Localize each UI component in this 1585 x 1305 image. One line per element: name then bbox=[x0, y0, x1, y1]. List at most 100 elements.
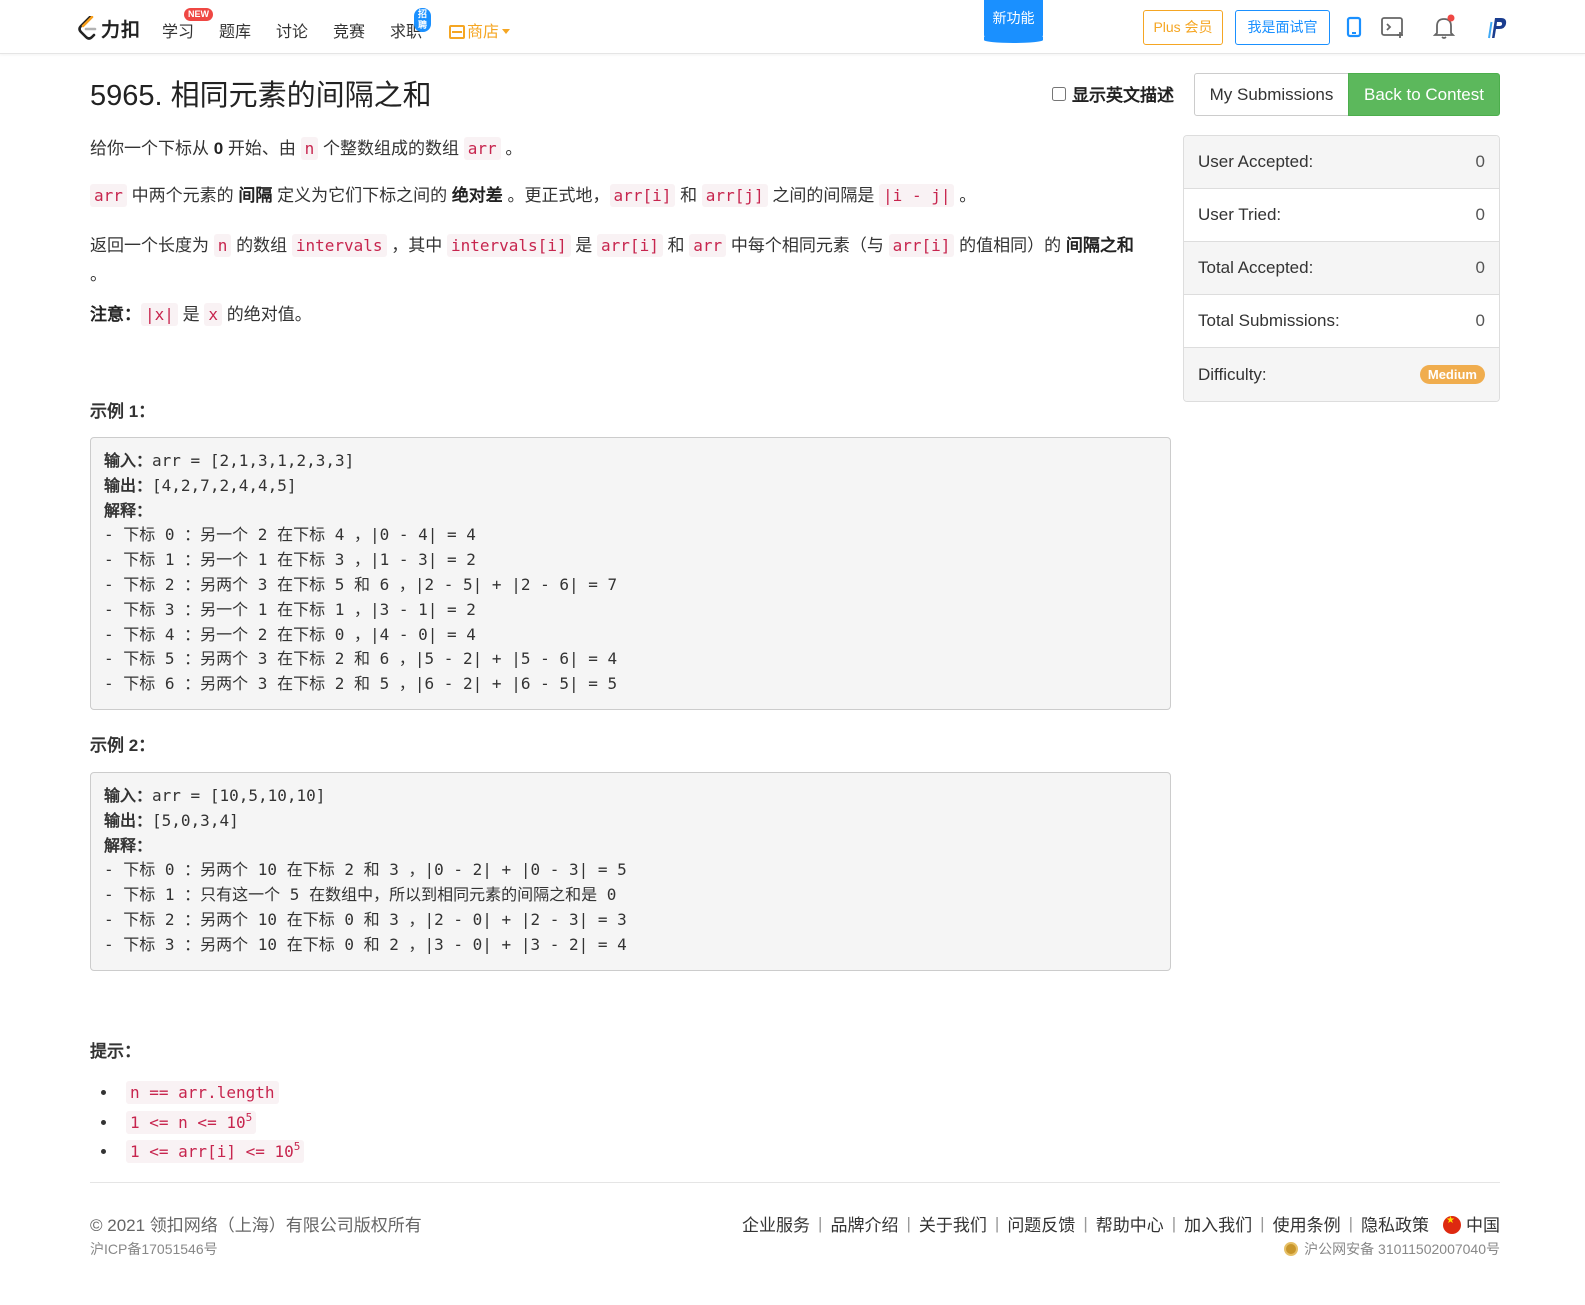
explain-line: - 下标 1 ：只有这一个 5 在数组中，所以到相同元素的间隔之和是 0 bbox=[104, 885, 617, 905]
back-to-contest-button[interactable]: Back to Contest bbox=[1348, 73, 1500, 116]
hint-item: 1 <= arr[i] <= 105 bbox=[118, 1137, 305, 1167]
hints-title: 提示： bbox=[90, 1042, 141, 1061]
nav-problemset[interactable]: 题库 bbox=[219, 18, 251, 42]
footer-link-join[interactable]: 加入我们 bbox=[1184, 1211, 1252, 1236]
difficulty-badge: Medium bbox=[1419, 365, 1485, 384]
desc-bold: 绝对差 bbox=[451, 186, 503, 205]
explain-line: - 下标 2 ：另两个 3 在下标 5 和 6 ，|2 - 5| + |2 - … bbox=[104, 574, 618, 594]
my-submissions-button[interactable]: My Submissions bbox=[1194, 73, 1349, 116]
desc-text: 是 bbox=[177, 305, 205, 324]
inline-code: arr bbox=[463, 137, 501, 160]
hiring-badge: 招聘 bbox=[414, 8, 432, 32]
interviewer-button[interactable]: 我是面试官 bbox=[1235, 10, 1330, 45]
police-badge-icon bbox=[1284, 1242, 1299, 1256]
footer-link-about[interactable]: 关于我们 bbox=[919, 1211, 987, 1236]
stat-user-accepted: User Accepted: 0 bbox=[1184, 136, 1499, 189]
plus-member-button[interactable]: Plus 会员 bbox=[1143, 10, 1223, 45]
hint-code: 1 <= n <= 105 bbox=[126, 1110, 257, 1134]
logo-text: 力扣 bbox=[101, 19, 142, 41]
stat-label: Difficulty: bbox=[1198, 364, 1267, 384]
show-english-checkbox[interactable] bbox=[1052, 86, 1066, 101]
icp-link[interactable]: 沪ICP备17051546号 bbox=[90, 1239, 218, 1259]
explain-line: - 下标 4 ：另一个 2 在下标 0 ，|4 - 0| = 4 bbox=[104, 624, 476, 644]
leetcode-logo[interactable]: 力扣 bbox=[78, 14, 141, 42]
stat-label: Total Accepted: bbox=[1198, 258, 1314, 277]
desc-text: 中每个相同元素（与 bbox=[726, 236, 889, 255]
nav-discuss[interactable]: 讨论 bbox=[276, 18, 308, 42]
hint-code: 1 <= arr[i] <= 105 bbox=[126, 1140, 305, 1163]
desc-text: 和 bbox=[662, 236, 690, 255]
inline-code: intervals bbox=[291, 234, 387, 257]
region-selector[interactable]: 中国 bbox=[1443, 1211, 1500, 1236]
stat-value: 0 bbox=[1475, 205, 1485, 224]
footer-link-enterprise[interactable]: 企业服务 bbox=[742, 1211, 810, 1236]
inline-code: arr bbox=[90, 184, 127, 207]
stat-value: 0 bbox=[1475, 152, 1485, 171]
example-explain-line: 解释： bbox=[104, 499, 1157, 524]
input-value: arr = [2,1,3,1,2,3,3] bbox=[152, 451, 355, 470]
nav-store-label: 商店 bbox=[467, 24, 500, 41]
nav-jobs[interactable]: 求职 招聘 bbox=[390, 8, 432, 42]
explain-line: - 下标 6 ：另两个 3 在下标 2 和 5 ，|6 - 2| + |6 - … bbox=[104, 674, 618, 694]
desc-bold: 间隔 bbox=[238, 186, 273, 205]
footer-link-privacy[interactable]: 隐私政策 bbox=[1361, 1211, 1429, 1236]
store-icon bbox=[449, 25, 465, 39]
desc-text: 给你一个下标从 bbox=[90, 139, 214, 158]
explain-line: - 下标 3 ：另一个 1 在下标 1 ，|3 - 1| = 2 bbox=[104, 599, 476, 619]
example-1-block: 输入：arr = [2,1,3,1,2,3,3] 输出：[4,2,7,2,4,4… bbox=[90, 437, 1171, 710]
inline-code: x bbox=[204, 303, 222, 326]
footer-separator: | bbox=[1083, 1213, 1088, 1233]
stat-difficulty: Difficulty: Medium bbox=[1184, 348, 1499, 401]
stat-total-submissions: Total Submissions: 0 bbox=[1184, 295, 1499, 348]
desc-text: 。更正式地， bbox=[502, 186, 610, 205]
example-input-line: 输入：arr = [2,1,3,1,2,3,3] bbox=[104, 449, 1157, 474]
explain-line: - 下标 3 ：另两个 10 在下标 0 和 2 ，|3 - 0| + |3 -… bbox=[104, 934, 627, 954]
new-badge: NEW bbox=[184, 8, 213, 21]
region-label: 中国 bbox=[1466, 1216, 1500, 1235]
playground-icon[interactable] bbox=[1380, 14, 1406, 40]
nav-learn[interactable]: 学习 NEW bbox=[162, 8, 213, 42]
desc-text: ，其中 bbox=[386, 236, 447, 255]
footer-link-feedback[interactable]: 问题反馈 bbox=[1007, 1211, 1075, 1236]
explain-line: - 下标 2 ：另两个 10 在下标 0 和 3 ，|2 - 0| + |2 -… bbox=[104, 909, 627, 929]
output-value: [5,0,3,4] bbox=[152, 810, 239, 830]
notification-bell-icon[interactable] bbox=[1432, 14, 1456, 40]
desc-text: 是 bbox=[570, 236, 598, 255]
inline-code: n bbox=[213, 234, 232, 257]
footer-link-brand[interactable]: 品牌介绍 bbox=[830, 1211, 898, 1236]
desc-bold: 间隔之和 bbox=[1065, 236, 1134, 255]
desc-text: 定义为它们下标之间的 bbox=[272, 186, 452, 205]
desc-text: 开始、由 bbox=[223, 139, 301, 158]
stat-label: User Accepted: bbox=[1198, 152, 1314, 171]
nav-store[interactable]: 商店 bbox=[449, 18, 511, 42]
stats-panel: User Accepted: 0 User Tried: 0 Total Acc… bbox=[1183, 135, 1500, 402]
police-record[interactable]: 沪公网安备 31011502007040号 bbox=[1284, 1239, 1500, 1259]
footer-link-terms[interactable]: 使用条例 bbox=[1273, 1211, 1341, 1236]
hint-text: 1 <= n <= 10 bbox=[130, 1112, 246, 1132]
hint-text: 1 <= arr[i] <= 10 bbox=[130, 1142, 294, 1161]
show-english-toggle[interactable]: 显示英文描述 bbox=[1052, 81, 1174, 106]
nav-contest[interactable]: 竞赛 bbox=[333, 18, 365, 42]
show-english-label: 显示英文描述 bbox=[1072, 86, 1174, 105]
new-feature-tag[interactable]: 新功能 bbox=[984, 0, 1043, 43]
desc-text: 的绝对值。 bbox=[222, 305, 312, 324]
desc-text: 个整数组成的数组 bbox=[318, 139, 464, 158]
hint-exponent: 5 bbox=[245, 1110, 253, 1124]
desc-paragraph-3: 返回一个长度为 n 的数组 intervals ，其中 intervals[i]… bbox=[90, 229, 1165, 263]
output-value: [4,2,7,2,4,4,5] bbox=[152, 475, 297, 495]
inline-code: intervals[i] bbox=[446, 234, 571, 257]
footer-link-help[interactable]: 帮助中心 bbox=[1096, 1211, 1164, 1236]
desc-text: 之间的间隔是 bbox=[767, 186, 880, 205]
desc-text: 的数组 bbox=[231, 236, 292, 255]
problem-title: 5965. 相同元素的间隔之和 bbox=[90, 80, 432, 112]
footer-links: 企业服务 | 品牌介绍 | 关于我们 | 问题反馈 | 帮助中心 | 加入我们 | 使用条例… bbox=[742, 1211, 1500, 1236]
desc-text: 。 bbox=[954, 186, 977, 205]
inline-code: |x| bbox=[141, 303, 178, 326]
input-label: 输入： bbox=[104, 451, 153, 470]
example-2-title: 示例 2： bbox=[90, 736, 156, 755]
footer-separator: | bbox=[906, 1213, 911, 1233]
mobile-app-icon[interactable] bbox=[1345, 14, 1363, 40]
input-label: 输入： bbox=[104, 786, 153, 805]
leetcode-logo-icon bbox=[78, 16, 97, 40]
premium-p-icon[interactable] bbox=[1486, 14, 1508, 40]
